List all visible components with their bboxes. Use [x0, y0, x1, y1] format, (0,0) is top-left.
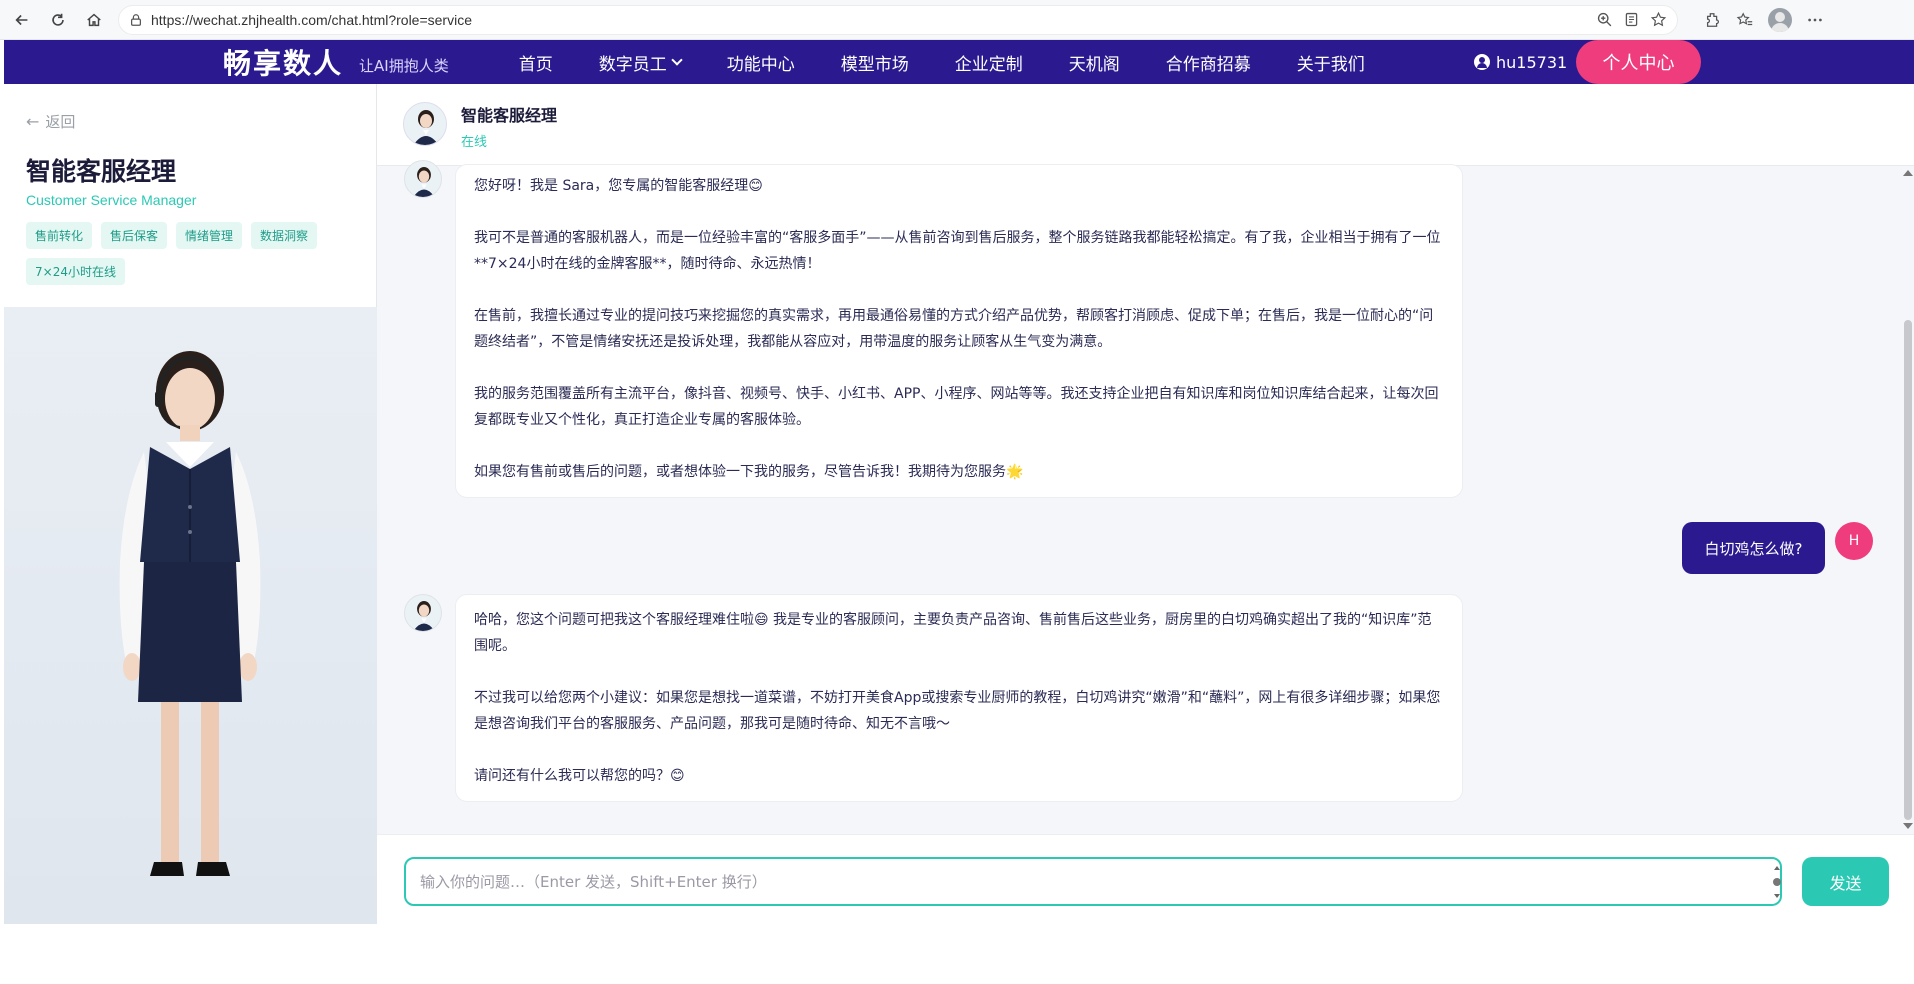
message-paragraph: 在售前，我擅长通过专业的提问技巧来挖掘您的真实需求，再用最通俗易懂的方式介绍产品… [474, 308, 1434, 350]
address-bar[interactable]: https://wechat.zhjhealth.com/chat.html?r… [118, 4, 1678, 35]
nav-digital-employees-label: 数字员工 [598, 54, 667, 75]
agent-title: 智能客服经理 [26, 157, 177, 186]
skill-tag: 售前转化 [26, 222, 93, 249]
more-options-icon[interactable] [1806, 11, 1824, 29]
input-scroll-icon[interactable] [1772, 865, 1782, 899]
scroll-down-icon[interactable] [1903, 823, 1913, 829]
agent-portrait [4, 307, 377, 924]
bot-avatar [404, 160, 442, 198]
reader-mode-icon[interactable] [1623, 11, 1640, 28]
online-status: 在线 [461, 135, 488, 150]
site-info-icon[interactable] [129, 13, 143, 27]
skill-tag: 售后保客 [101, 222, 168, 249]
agent-avatar [403, 102, 447, 146]
scroll-up-icon[interactable] [1903, 170, 1913, 176]
nav-about-us[interactable]: 关于我们 [1297, 50, 1365, 75]
message-paragraph: 请问还有什么我可以帮您的吗？😊 [474, 768, 685, 784]
bot-message: 哈哈，您这个问题可把我这个客服经理难住啦😄 我是专业的客服顾问，主要负责产品咨询… [455, 594, 1463, 802]
extensions-icon[interactable] [1704, 11, 1722, 29]
user-menu[interactable]: hu15731 [1474, 40, 1567, 84]
nav-tianji[interactable]: 天机阁 [1069, 50, 1120, 75]
skill-tag: 情绪管理 [176, 222, 243, 249]
chevron-down-icon [671, 54, 683, 66]
brand-slogan: 让AI拥抱人类 [359, 56, 449, 75]
favorite-star-icon[interactable] [1650, 11, 1667, 28]
skill-tag: 7×24小时在线 [26, 258, 125, 285]
bot-message: 您好呀！我是 Sara，您专属的智能客服经理😊 我可不是普通的客服机器人，而是一… [455, 164, 1463, 498]
site-header: 畅享数人 让AI拥抱人类 首页 数字员工 功能中心 模型市场 企业定制 天机阁 … [4, 40, 1914, 84]
arrow-left-icon: ← [26, 112, 40, 131]
brand-logo[interactable]: 畅享数人 [223, 42, 343, 82]
message-paragraph: 哈哈，您这个问题可把我这个客服经理难住啦😄 我是专业的客服顾问，主要负责产品咨询… [474, 612, 1432, 654]
back-label: 返回 [45, 113, 76, 131]
message-paragraph: 您好呀！我是 Sara，您专属的智能客服经理😊 [474, 178, 763, 194]
reload-icon[interactable] [44, 6, 72, 34]
personal-center-button[interactable]: 个人中心 [1576, 40, 1701, 84]
skill-tags: 售前转化 售后保客 情绪管理 数据洞察 7×24小时在线 [26, 222, 356, 285]
chat-input[interactable] [404, 857, 1782, 906]
chat-header: 智能客服经理 在线 [377, 84, 1914, 166]
username: hu15731 [1496, 52, 1568, 72]
message-paragraph: 如果您有售前或售后的问题，或者想体验一下我的服务，尽管告诉我！我期待为您服务🌟 [474, 464, 1024, 480]
main-nav: 首页 数字员工 功能中心 模型市场 企业定制 天机阁 合作商招募 关于我们 [519, 50, 1411, 75]
user-message: 白切鸡怎么做? [1682, 522, 1825, 574]
bot-avatar [404, 594, 442, 632]
nav-enterprise-custom[interactable]: 企业定制 [955, 50, 1023, 75]
chat-input-area: 发送 [377, 834, 1914, 924]
agent-subtitle: Customer Service Manager [26, 192, 197, 208]
message-paragraph: 我可不是普通的客服机器人，而是一位经验丰富的“客服多面手”——从售前咨询到售后服… [474, 230, 1441, 272]
favorites-list-icon[interactable] [1736, 11, 1754, 29]
message-paragraph: 不过我可以给您两个小建议：如果您是想找一道菜谱，不妨打开美食App或搜索专业厨师… [474, 690, 1441, 732]
zoom-icon[interactable] [1596, 11, 1613, 28]
message-paragraph: 我的服务范围覆盖所有主流平台，像抖音、视频号、快手、小红书、APP、小程序、网站… [474, 386, 1439, 428]
back-link[interactable]: ← 返回 [26, 111, 75, 132]
nav-partner-recruit[interactable]: 合作商招募 [1166, 50, 1251, 75]
home-icon[interactable] [80, 6, 108, 34]
nav-function-center[interactable]: 功能中心 [727, 50, 795, 75]
url-text[interactable]: https://wechat.zhjhealth.com/chat.html?r… [151, 12, 1596, 28]
scrollbar-thumb[interactable] [1904, 320, 1912, 820]
user-circle-icon [1474, 54, 1490, 70]
back-arrow-icon[interactable] [8, 6, 36, 34]
nav-model-market[interactable]: 模型市场 [841, 50, 909, 75]
nav-digital-employees[interactable]: 数字员工 [598, 50, 683, 75]
agent-sidebar: ← 返回 智能客服经理 Customer Service Manager 售前转… [4, 84, 377, 924]
send-button[interactable]: 发送 [1802, 857, 1889, 906]
skill-tag: 数据洞察 [251, 222, 318, 249]
browser-profile-avatar[interactable] [1768, 7, 1792, 32]
nav-home[interactable]: 首页 [519, 50, 553, 75]
chat-agent-name: 智能客服经理 [461, 106, 558, 125]
user-avatar: H [1835, 522, 1873, 560]
browser-toolbar: https://wechat.zhjhealth.com/chat.html?r… [0, 0, 1914, 40]
